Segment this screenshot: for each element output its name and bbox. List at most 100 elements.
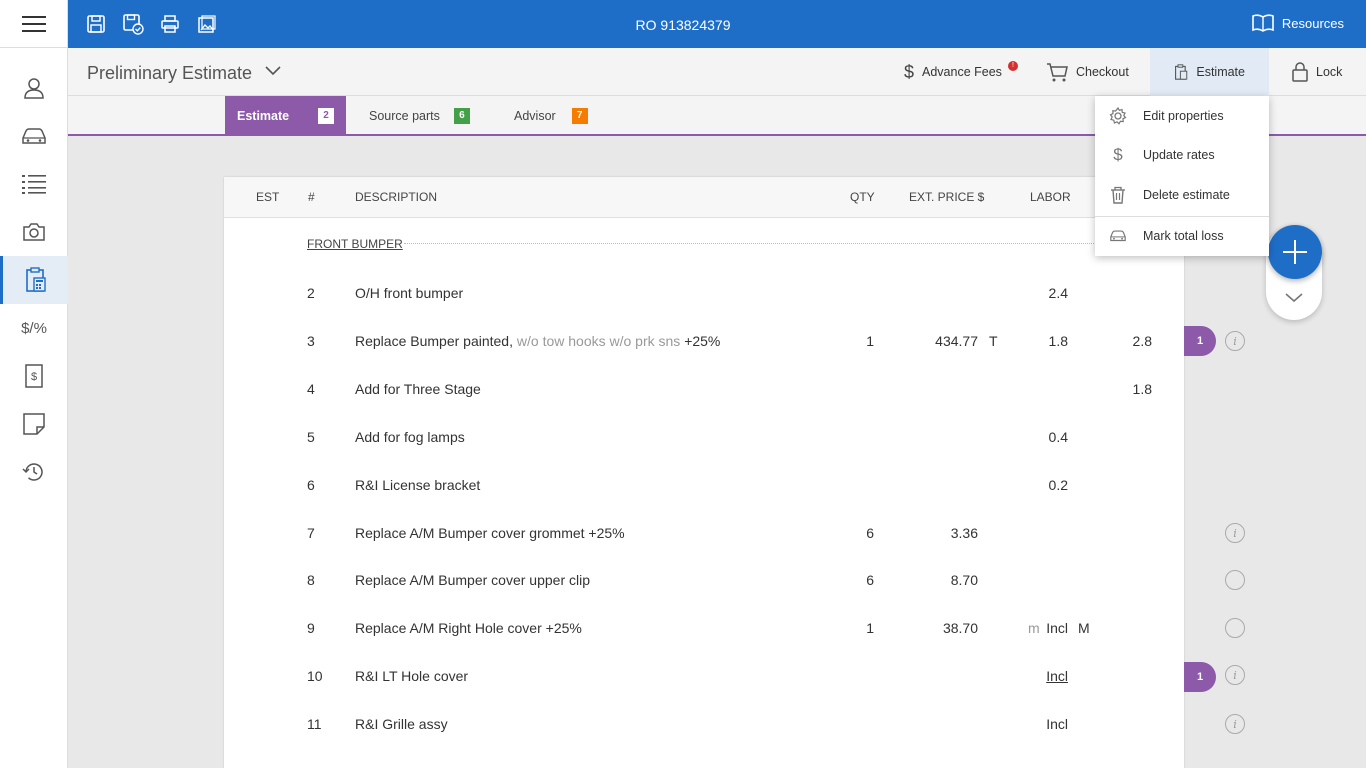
checkout-button[interactable]: Checkout: [1046, 48, 1129, 96]
sidebar: $/% $: [0, 48, 68, 768]
col-qty: QTY: [850, 190, 875, 204]
line-number: 7: [307, 525, 315, 541]
col-description: DESCRIPTION: [355, 190, 438, 204]
estimate-dropdown-menu: Edit properties $ Update rates Delete es…: [1095, 96, 1269, 256]
empty-circle-icon[interactable]: [1225, 570, 1245, 590]
table-row[interactable]: 3 Replace Bumper painted, w/o tow hooks …: [224, 333, 1184, 381]
partial-row: [307, 763, 807, 768]
info-icon[interactable]: i: [1225, 523, 1245, 543]
line-labor[interactable]: Incl: [1024, 668, 1068, 684]
col-labor: LABOR: [1030, 190, 1071, 204]
tab-estimate[interactable]: Estimate 2: [225, 96, 346, 136]
hamburger-icon: [21, 15, 46, 32]
line-number: 3: [307, 333, 315, 349]
line-qty: 6: [866, 525, 874, 541]
table-row[interactable]: 9 Replace A/M Right Hole cover +25% 1 38…: [224, 620, 1184, 668]
chevron-down-icon[interactable]: [1284, 292, 1304, 304]
sidebar-item-history[interactable]: [0, 448, 68, 496]
info-icon[interactable]: i: [1225, 665, 1245, 685]
estimate-menu-button[interactable]: Estimate: [1150, 48, 1269, 96]
table-row[interactable]: 11 R&I Grille assy Incl: [224, 716, 1184, 764]
line-description: R&I Grille assy: [355, 716, 448, 732]
tab-label: Source parts: [369, 109, 440, 123]
sidebar-item-list[interactable]: [0, 160, 68, 208]
note-count-pill[interactable]: 1: [1184, 326, 1216, 356]
menu-item-mark-total-loss[interactable]: Mark total loss: [1095, 216, 1269, 256]
table-row[interactable]: 4 Add for Three Stage 1.8: [224, 381, 1184, 429]
table-row[interactable]: 7 Replace A/M Bumper cover grommet +25% …: [224, 525, 1184, 573]
menu-item-label: Update rates: [1143, 148, 1215, 162]
table-row[interactable]: 2 O/H front bumper 2.4: [224, 285, 1184, 333]
lock-button[interactable]: Lock: [1292, 48, 1342, 96]
menu-item-label: Mark total loss: [1143, 229, 1224, 243]
line-description: Add for Three Stage: [355, 381, 481, 397]
rates-icon: $/%: [21, 319, 47, 337]
line-description-options: w/o tow hooks w/o prk sns: [516, 333, 681, 349]
menu-item-update-rates[interactable]: $ Update rates: [1095, 135, 1269, 175]
cart-icon: [1047, 63, 1068, 82]
line-number: 8: [307, 572, 315, 588]
sidebar-item-customer[interactable]: [0, 64, 68, 112]
line-labor-flag: M: [1078, 620, 1090, 636]
menu-item-label: Edit properties: [1143, 109, 1224, 123]
gear-icon: [1109, 107, 1127, 125]
resources-button[interactable]: Resources: [1252, 14, 1344, 32]
line-labor: 0.2: [1048, 477, 1068, 493]
sidebar-item-invoice[interactable]: $: [0, 352, 68, 400]
line-price-flag: T: [989, 333, 998, 349]
section-divider: [404, 243, 1124, 244]
tab-count-badge: 6: [453, 108, 470, 124]
advance-fees-button[interactable]: $ Advance Fees !: [904, 48, 1018, 96]
line-number: 11: [307, 716, 322, 732]
sidebar-item-rates[interactable]: $/%: [0, 304, 68, 352]
col-number: #: [308, 190, 315, 204]
estimate-lines-card: EST # DESCRIPTION QTY EXT. PRICE $ LABOR…: [224, 177, 1184, 768]
table-row[interactable]: 6 R&I License bracket 0.2: [224, 477, 1184, 525]
section-title[interactable]: FRONT BUMPER: [307, 237, 403, 251]
chevron-down-icon[interactable]: [265, 66, 281, 76]
estimate-clipboard-icon: [25, 267, 46, 292]
note-icon: [23, 413, 45, 435]
empty-circle-icon[interactable]: [1225, 618, 1245, 638]
table-row[interactable]: 8 Replace A/M Bumper cover upper clip 6 …: [224, 572, 1184, 620]
line-labor: 2.4: [1048, 285, 1068, 301]
sidebar-item-photos[interactable]: [0, 208, 68, 256]
car-icon: [22, 128, 46, 144]
line-description-markup: +25%: [684, 333, 721, 349]
hamburger-menu-button[interactable]: [0, 0, 68, 48]
line-number: 4: [307, 381, 315, 397]
col-est: EST: [256, 190, 280, 204]
info-icon[interactable]: i: [1225, 714, 1245, 734]
line-description: O/H front bumper: [355, 285, 464, 301]
sidebar-item-vehicle[interactable]: [0, 112, 68, 160]
estimate-clipboard-icon: [1175, 64, 1188, 80]
tab-source-parts[interactable]: Source parts 6: [369, 96, 470, 136]
line-labor: 1.8: [1048, 333, 1068, 349]
table-row[interactable]: 5 Add for fog lamps 0.4: [224, 429, 1184, 477]
dollar-icon: $: [1113, 145, 1123, 164]
line-labor: Incl: [1046, 620, 1068, 636]
resources-label: Resources: [1281, 15, 1344, 31]
menu-item-delete-estimate[interactable]: Delete estimate: [1095, 175, 1269, 215]
add-line-button[interactable]: [1268, 225, 1322, 279]
info-icon[interactable]: i: [1225, 331, 1245, 351]
line-number: 2: [307, 285, 315, 301]
invoice-icon: $: [25, 364, 43, 388]
tab-count-badge: 2: [318, 108, 334, 124]
sidebar-item-notes[interactable]: [0, 400, 68, 448]
line-description: Replace A/M Right Hole cover +25%: [355, 620, 582, 636]
table-row[interactable]: 10 R&I LT Hole cover Incl: [224, 668, 1184, 716]
plus-icon: [1283, 240, 1307, 264]
note-count-pill[interactable]: 1: [1184, 662, 1216, 692]
sidebar-item-estimate[interactable]: [0, 256, 68, 304]
tab-advisor[interactable]: Advisor 7: [514, 96, 588, 136]
line-ext-price: 38.70: [942, 620, 978, 636]
lock-icon: [1292, 62, 1308, 82]
line-number: 5: [307, 429, 315, 445]
line-labor: 0.4: [1048, 429, 1068, 445]
menu-item-edit-properties[interactable]: Edit properties: [1095, 96, 1269, 136]
line-description-main: Replace Bumper painted,: [355, 333, 513, 349]
history-icon: [22, 463, 43, 481]
dollar-icon: $: [904, 61, 915, 82]
line-paint: 1.8: [1132, 381, 1152, 397]
